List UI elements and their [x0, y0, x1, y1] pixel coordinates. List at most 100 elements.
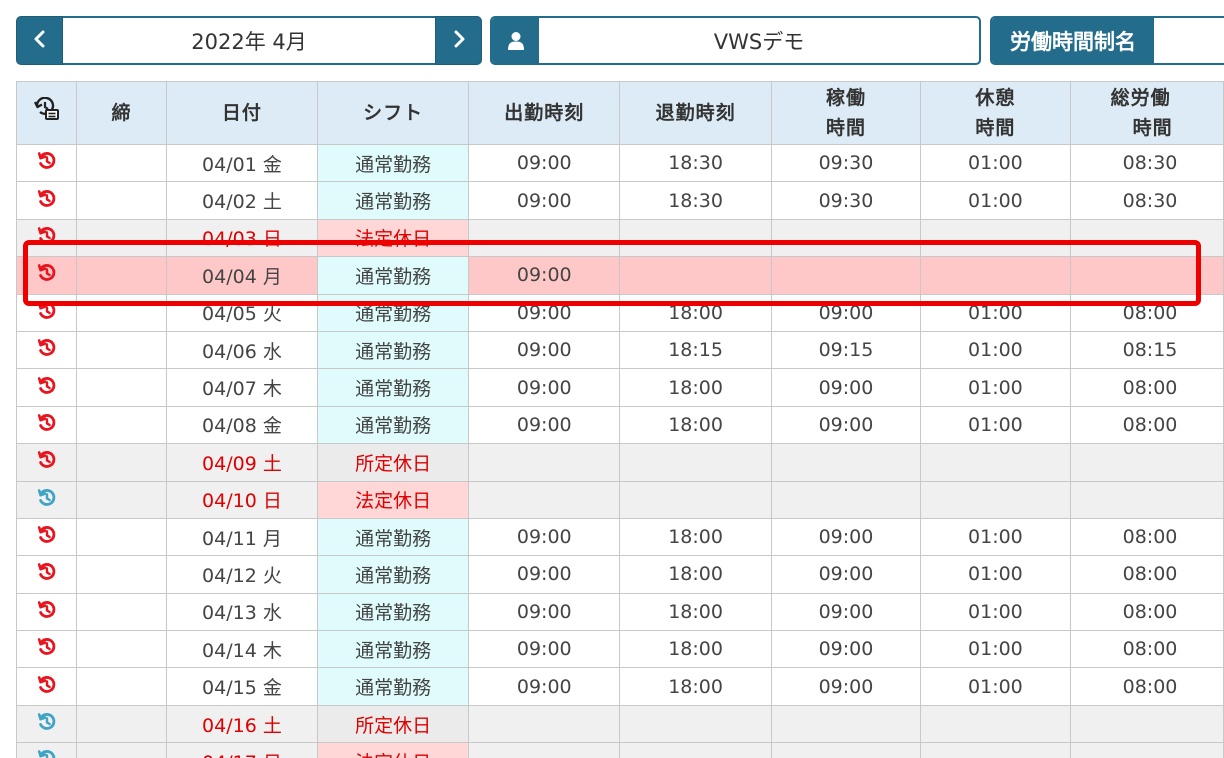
break-time-cell[interactable]: 01:00: [920, 592, 1071, 632]
date-cell[interactable]: 04/09 土: [165, 443, 319, 482]
history-icon[interactable]: [36, 188, 58, 210]
clock-out-cell[interactable]: [619, 704, 772, 744]
work-time-cell[interactable]: [770, 480, 922, 519]
total-time-cell[interactable]: [1069, 704, 1224, 744]
total-time-cell[interactable]: 08:15: [1069, 330, 1224, 370]
clock-in-cell[interactable]: 09:00: [468, 330, 621, 370]
table-row[interactable]: 04/16 土所定休日: [15, 704, 1224, 744]
history-icon[interactable]: [36, 711, 58, 733]
clock-in-cell[interactable]: [468, 218, 621, 258]
clock-out-cell[interactable]: 18:00: [619, 368, 772, 407]
work-time-cell[interactable]: 09:00: [770, 517, 922, 557]
clock-in-cell[interactable]: 09:00: [468, 630, 621, 669]
shift-cell[interactable]: 通常勤務: [317, 517, 470, 557]
shift-cell[interactable]: 通常勤務: [317, 630, 470, 669]
work-time-cell[interactable]: [770, 443, 922, 482]
work-time-cell[interactable]: 09:00: [770, 293, 922, 332]
shift-cell[interactable]: 法定休日: [317, 218, 470, 258]
history-icon[interactable]: [36, 599, 58, 621]
clock-in-cell[interactable]: [468, 742, 621, 758]
clock-in-cell[interactable]: 09:00: [468, 592, 621, 632]
table-row[interactable]: 04/03 日法定休日: [15, 218, 1224, 258]
work-time-cell[interactable]: 09:00: [770, 667, 922, 706]
history-icon[interactable]: [36, 636, 58, 658]
clock-out-cell[interactable]: 18:00: [619, 630, 772, 669]
clock-out-cell[interactable]: 18:15: [619, 330, 772, 370]
table-row[interactable]: 04/11 月通常勤務 09:00 18:00 09:00 01:00 08:00: [15, 517, 1224, 557]
clock-out-cell[interactable]: 18:30: [619, 143, 772, 183]
total-time-cell[interactable]: [1069, 218, 1224, 258]
table-row[interactable]: 04/17 日法定休日: [15, 742, 1224, 758]
work-time-cell[interactable]: 09:00: [770, 592, 922, 632]
shift-cell[interactable]: 通常勤務: [317, 330, 470, 370]
break-time-cell[interactable]: [920, 443, 1071, 482]
date-cell[interactable]: 04/10 日: [165, 480, 319, 519]
work-time-cell[interactable]: 09:30: [770, 143, 922, 183]
shift-cell[interactable]: 法定休日: [317, 480, 470, 519]
break-time-cell[interactable]: 01:00: [920, 330, 1071, 370]
clock-in-cell[interactable]: 09:00: [468, 555, 621, 594]
total-time-cell[interactable]: [1069, 443, 1224, 482]
date-cell[interactable]: 04/06 水: [165, 330, 319, 370]
work-time-cell[interactable]: 09:30: [770, 181, 922, 220]
break-time-cell[interactable]: 01:00: [920, 517, 1071, 557]
break-time-cell[interactable]: [920, 704, 1071, 744]
total-time-cell[interactable]: 08:30: [1069, 143, 1224, 183]
next-month-button[interactable]: [435, 16, 482, 65]
break-time-cell[interactable]: 01:00: [920, 293, 1071, 332]
work-time-cell[interactable]: 09:00: [770, 368, 922, 407]
clock-out-cell[interactable]: 18:00: [619, 517, 772, 557]
table-row[interactable]: 04/06 水通常勤務 09:00 18:15 09:15 01:00 08:15: [15, 330, 1224, 370]
shift-cell[interactable]: 通常勤務: [317, 293, 470, 332]
clock-in-cell[interactable]: 09:00: [468, 256, 621, 295]
work-rule-value[interactable]: [1154, 18, 1224, 63]
shift-cell[interactable]: 通常勤務: [317, 143, 470, 183]
history-icon[interactable]: [36, 748, 58, 758]
history-icon[interactable]: [36, 262, 58, 284]
break-time-cell[interactable]: [920, 218, 1071, 258]
shift-cell[interactable]: 通常勤務: [317, 555, 470, 594]
history-icon[interactable]: [36, 412, 58, 434]
clock-out-cell[interactable]: 18:00: [619, 592, 772, 632]
break-time-cell[interactable]: 01:00: [920, 143, 1071, 183]
date-cell[interactable]: 04/15 金: [165, 667, 319, 706]
clock-out-cell[interactable]: 18:30: [619, 181, 772, 220]
history-icon[interactable]: [36, 449, 58, 471]
history-icon[interactable]: [36, 487, 58, 509]
table-row[interactable]: 04/01 金通常勤務 09:00 18:30 09:30 01:00 08:30: [15, 143, 1224, 183]
work-time-cell[interactable]: 09:00: [770, 405, 922, 445]
history-icon[interactable]: [36, 337, 58, 359]
date-cell[interactable]: 04/13 水: [165, 592, 319, 632]
break-time-cell[interactable]: [920, 480, 1071, 519]
history-settings-icon[interactable]: [33, 96, 60, 122]
work-time-cell[interactable]: [770, 742, 922, 758]
work-time-cell[interactable]: [770, 704, 922, 744]
table-row[interactable]: 04/14 木通常勤務 09:00 18:00 09:00 01:00 08:00: [15, 630, 1224, 669]
clock-out-cell[interactable]: 18:00: [619, 293, 772, 332]
shift-cell[interactable]: 通常勤務: [317, 181, 470, 220]
total-time-cell[interactable]: 08:00: [1069, 368, 1224, 407]
shift-cell[interactable]: 法定休日: [317, 742, 470, 758]
total-time-cell[interactable]: 08:00: [1069, 630, 1224, 669]
clock-in-cell[interactable]: 09:00: [468, 405, 621, 445]
prev-month-button[interactable]: [16, 16, 63, 65]
shift-cell[interactable]: 所定休日: [317, 704, 470, 744]
history-icon[interactable]: [36, 524, 58, 546]
total-time-cell[interactable]: [1069, 256, 1224, 295]
clock-in-cell[interactable]: [468, 443, 621, 482]
table-row[interactable]: 04/04 月通常勤務 09:00: [15, 256, 1224, 295]
work-time-cell[interactable]: 09:15: [770, 330, 922, 370]
total-time-cell[interactable]: 08:00: [1069, 293, 1224, 332]
history-icon[interactable]: [36, 561, 58, 583]
total-time-cell[interactable]: [1069, 480, 1224, 519]
break-time-cell[interactable]: 01:00: [920, 181, 1071, 220]
table-row[interactable]: 04/07 木通常勤務 09:00 18:00 09:00 01:00 08:00: [15, 368, 1224, 407]
clock-in-cell[interactable]: 09:00: [468, 181, 621, 220]
history-icon[interactable]: [36, 674, 58, 696]
work-time-cell[interactable]: [770, 218, 922, 258]
work-time-cell[interactable]: 09:00: [770, 555, 922, 594]
table-row[interactable]: 04/13 水通常勤務 09:00 18:00 09:00 01:00 08:00: [15, 592, 1224, 632]
history-icon[interactable]: [36, 150, 58, 172]
table-row[interactable]: 04/02 土通常勤務 09:00 18:30 09:30 01:00 08:30: [15, 181, 1224, 220]
break-time-cell[interactable]: 01:00: [920, 667, 1071, 706]
